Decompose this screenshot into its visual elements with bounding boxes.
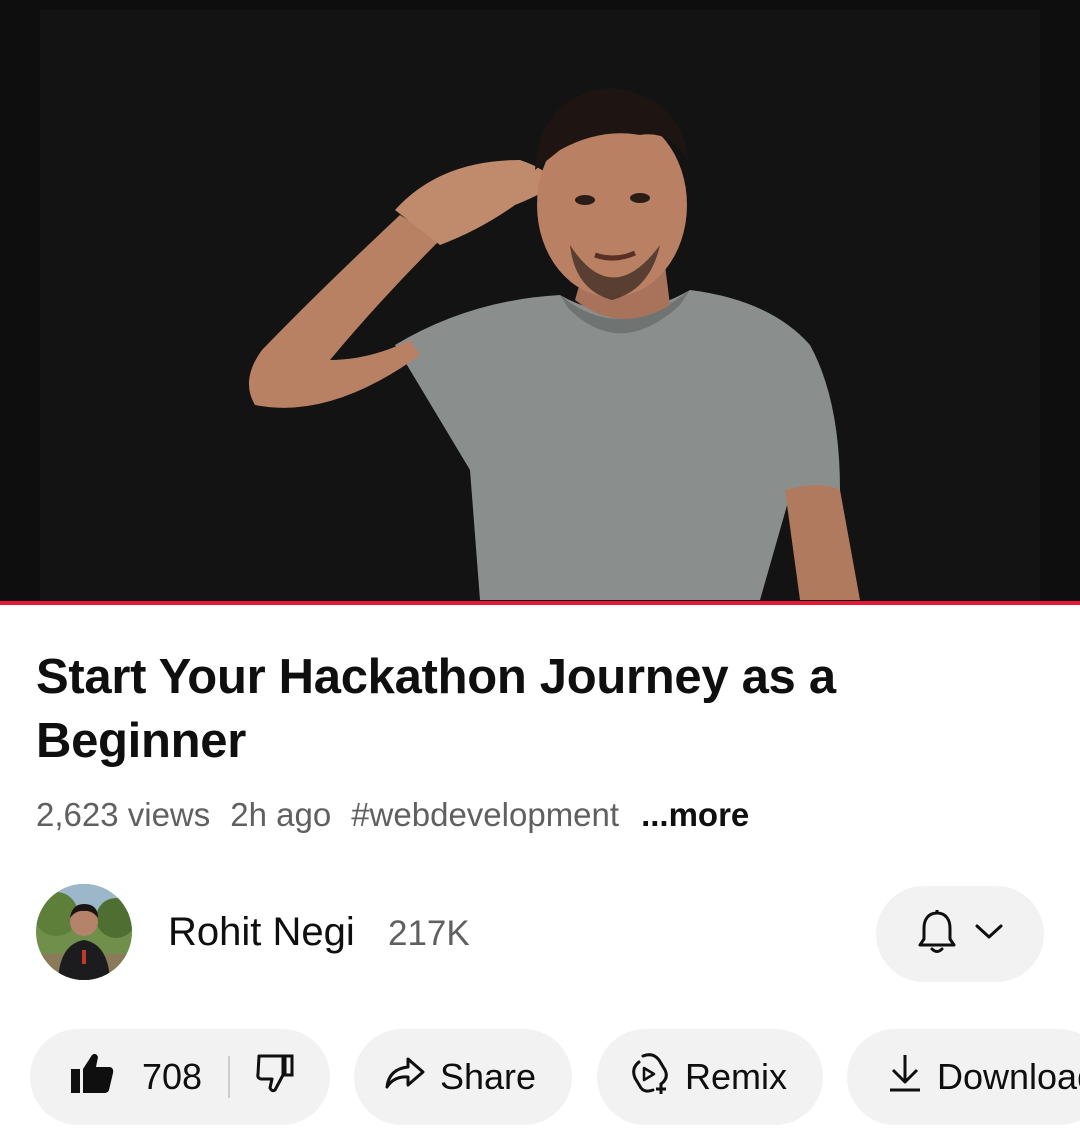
thumbs-down-icon[interactable] — [256, 1053, 294, 1102]
download-icon — [887, 1053, 923, 1102]
watch-page: Start Your Hackathon Journey as a Beginn… — [0, 0, 1080, 1142]
remix-label: Remix — [685, 1056, 788, 1097]
share-arrow-icon — [384, 1056, 426, 1099]
share-label: Share — [440, 1056, 537, 1097]
progress-fill — [0, 601, 1080, 605]
upload-age: 2h ago — [230, 796, 332, 833]
more-link[interactable]: ...more — [641, 796, 749, 834]
thumbs-up-icon[interactable] — [70, 1052, 114, 1103]
remix-icon — [629, 1052, 671, 1103]
download-label: Download — [937, 1056, 1080, 1097]
subscription-bell-button[interactable] — [876, 886, 1044, 982]
like-divider — [228, 1056, 231, 1098]
chevron-down-icon — [975, 923, 1003, 946]
subscriber-count: 217K — [388, 914, 470, 953]
channel-avatar[interactable] — [36, 884, 132, 980]
video-frame — [0, 0, 1080, 605]
progress-bar[interactable] — [0, 601, 1080, 605]
like-dislike-group: 708 — [30, 1029, 330, 1125]
share-button[interactable]: Share — [354, 1029, 572, 1125]
download-button[interactable]: Download — [847, 1029, 1080, 1125]
view-count: 2,623 views — [36, 796, 211, 833]
video-meta[interactable]: 2,623 views 2h ago #webdevelopment ...mo… — [36, 793, 749, 837]
avatar-image — [36, 884, 132, 980]
remix-button[interactable]: Remix — [597, 1029, 823, 1125]
like-count[interactable]: 708 — [142, 1056, 202, 1098]
bell-icon — [917, 909, 957, 960]
channel-name[interactable]: Rohit Negi — [168, 910, 355, 955]
hashtag-link[interactable]: #webdevelopment — [351, 796, 619, 834]
video-player[interactable] — [0, 0, 1080, 605]
video-title: Start Your Hackathon Journey as a Beginn… — [36, 650, 836, 768]
